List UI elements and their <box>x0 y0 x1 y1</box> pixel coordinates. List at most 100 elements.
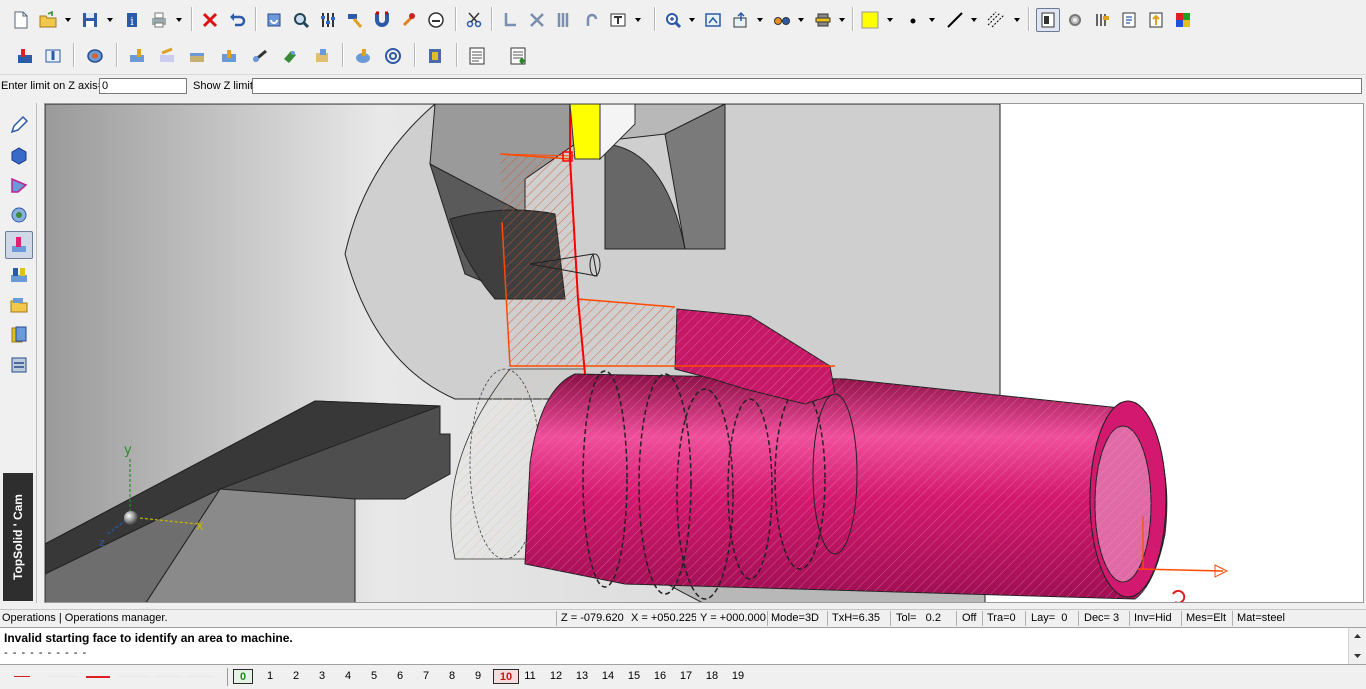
dropdown-arrow-icon[interactable] <box>1014 17 1020 23</box>
line-style-icon[interactable] <box>943 8 967 32</box>
line-swatch-light2[interactable] <box>156 676 180 677</box>
target-icon[interactable] <box>381 44 405 68</box>
assembly-icon[interactable] <box>5 201 33 229</box>
tool-path-icon[interactable] <box>41 44 65 68</box>
dropdown-arrow-icon[interactable] <box>887 17 893 23</box>
layer-3[interactable]: 3 <box>312 669 332 684</box>
layer-17[interactable]: 17 <box>676 669 696 684</box>
roughing-op-icon[interactable] <box>155 44 179 68</box>
show-z-limit-field[interactable] <box>252 78 1362 94</box>
solid-box-icon[interactable] <box>5 141 33 169</box>
print-icon[interactable] <box>147 8 171 32</box>
layer-14[interactable]: 14 <box>598 669 618 684</box>
status-mode[interactable]: Mode=3D <box>771 612 819 624</box>
info-icon[interactable]: i <box>120 8 144 32</box>
layer-4[interactable]: 4 <box>338 669 358 684</box>
arrow-up-doc-icon[interactable] <box>1144 8 1168 32</box>
hammer-icon[interactable] <box>343 8 367 32</box>
status-tolerance[interactable]: Tol= 0.2 <box>896 612 941 624</box>
cam-mode-icon[interactable] <box>5 231 33 259</box>
zoom-magnifier-icon[interactable] <box>289 8 313 32</box>
sliders-icon[interactable] <box>316 8 340 32</box>
z-limit-input[interactable] <box>99 78 187 94</box>
hatch-style-icon[interactable] <box>984 8 1008 32</box>
nc-code-run-icon[interactable] <box>506 44 530 68</box>
text-box-icon[interactable] <box>606 8 630 32</box>
layer-6[interactable]: 6 <box>390 669 410 684</box>
tool-library-icon[interactable] <box>423 44 447 68</box>
status-off[interactable]: Off <box>962 612 976 624</box>
layer-10[interactable]: 10 <box>493 669 519 684</box>
simulation-icon[interactable] <box>351 44 375 68</box>
status-decimals[interactable]: Dec= 3 <box>1084 612 1119 624</box>
folder-icon[interactable] <box>5 291 33 319</box>
layer-2[interactable]: 2 <box>286 669 306 684</box>
glasses-icon[interactable] <box>770 8 794 32</box>
parameters-icon[interactable] <box>1090 8 1114 32</box>
nc-code-icon[interactable] <box>465 44 489 68</box>
tools-cabinet-icon[interactable] <box>5 351 33 379</box>
layer-8[interactable]: 8 <box>442 669 462 684</box>
graphics-viewport[interactable]: y x z <box>44 103 1364 603</box>
facing-op-icon[interactable] <box>125 44 149 68</box>
parting-op-icon[interactable] <box>310 44 334 68</box>
dropdown-arrow-icon[interactable] <box>798 17 804 23</box>
dropdown-arrow-icon[interactable] <box>971 17 977 23</box>
save-icon[interactable] <box>78 8 102 32</box>
color-map-icon[interactable] <box>1171 8 1195 32</box>
layer-16[interactable]: 16 <box>650 669 670 684</box>
arc-icon[interactable] <box>579 8 603 32</box>
dropdown-arrow-icon[interactable] <box>757 17 763 23</box>
edge-select-icon[interactable] <box>498 8 522 32</box>
dropdown-arrow-icon[interactable] <box>929 17 935 23</box>
line-swatch-light[interactable] <box>118 676 148 677</box>
hidden-gear-icon[interactable] <box>1063 8 1087 32</box>
zoom-in-icon[interactable] <box>661 8 685 32</box>
line-swatch-thin[interactable] <box>48 676 78 677</box>
point-style-icon[interactable] <box>901 8 925 32</box>
status-measure[interactable]: Mes=Elt <box>1186 612 1226 624</box>
undo-icon[interactable] <box>225 8 249 32</box>
layer-7[interactable]: 7 <box>416 669 436 684</box>
regenerate-icon[interactable] <box>262 8 286 32</box>
layer-5[interactable]: 5 <box>364 669 384 684</box>
new-file-icon[interactable] <box>9 8 33 32</box>
render-mode-icon[interactable] <box>811 8 835 32</box>
dropdown-arrow-icon[interactable] <box>635 17 641 23</box>
line-swatch-red[interactable] <box>86 676 110 678</box>
layer-13[interactable]: 13 <box>572 669 592 684</box>
dropdown-arrow-icon[interactable] <box>839 17 845 23</box>
layer-9[interactable]: 9 <box>468 669 488 684</box>
status-transparency[interactable]: Tra=0 <box>987 612 1016 624</box>
fit-window-icon[interactable] <box>701 8 725 32</box>
delete-icon[interactable] <box>198 8 222 32</box>
stock-icon[interactable] <box>83 44 107 68</box>
status-text-height[interactable]: TxH=6.35 <box>832 612 880 624</box>
dropdown-arrow-icon[interactable] <box>176 17 182 23</box>
layer-0[interactable]: 0 <box>233 669 253 684</box>
layer-15[interactable]: 15 <box>624 669 644 684</box>
threading-op-icon[interactable] <box>248 44 272 68</box>
properties-panel-icon[interactable] <box>1036 8 1060 32</box>
sketch-pencil-icon[interactable] <box>5 111 33 139</box>
grooving-op-icon[interactable] <box>217 44 241 68</box>
line-swatch-light3[interactable] <box>188 676 212 677</box>
scissors-icon[interactable] <box>462 8 486 32</box>
layer-19[interactable]: 19 <box>728 669 748 684</box>
dropdown-arrow-icon[interactable] <box>689 17 695 23</box>
machine-setup-icon[interactable] <box>13 44 37 68</box>
finishing-op-icon[interactable] <box>185 44 209 68</box>
cross-cut-icon[interactable] <box>525 8 549 32</box>
book-icon[interactable] <box>1117 8 1141 32</box>
line-swatch-dashed[interactable] <box>14 676 30 677</box>
dropdown-arrow-icon[interactable] <box>65 17 71 23</box>
layer-12[interactable]: 12 <box>546 669 566 684</box>
status-material[interactable]: Mat=steel <box>1237 612 1285 624</box>
drilling-op-icon[interactable] <box>278 44 302 68</box>
message-scrollbar[interactable] <box>1348 628 1366 664</box>
status-layer[interactable]: Lay= 0 <box>1031 612 1067 624</box>
surface-design-icon[interactable] <box>5 171 33 199</box>
open-folder-icon[interactable] <box>36 8 60 32</box>
hatch-lines-icon[interactable] <box>552 8 576 32</box>
export-view-icon[interactable] <box>729 8 753 32</box>
